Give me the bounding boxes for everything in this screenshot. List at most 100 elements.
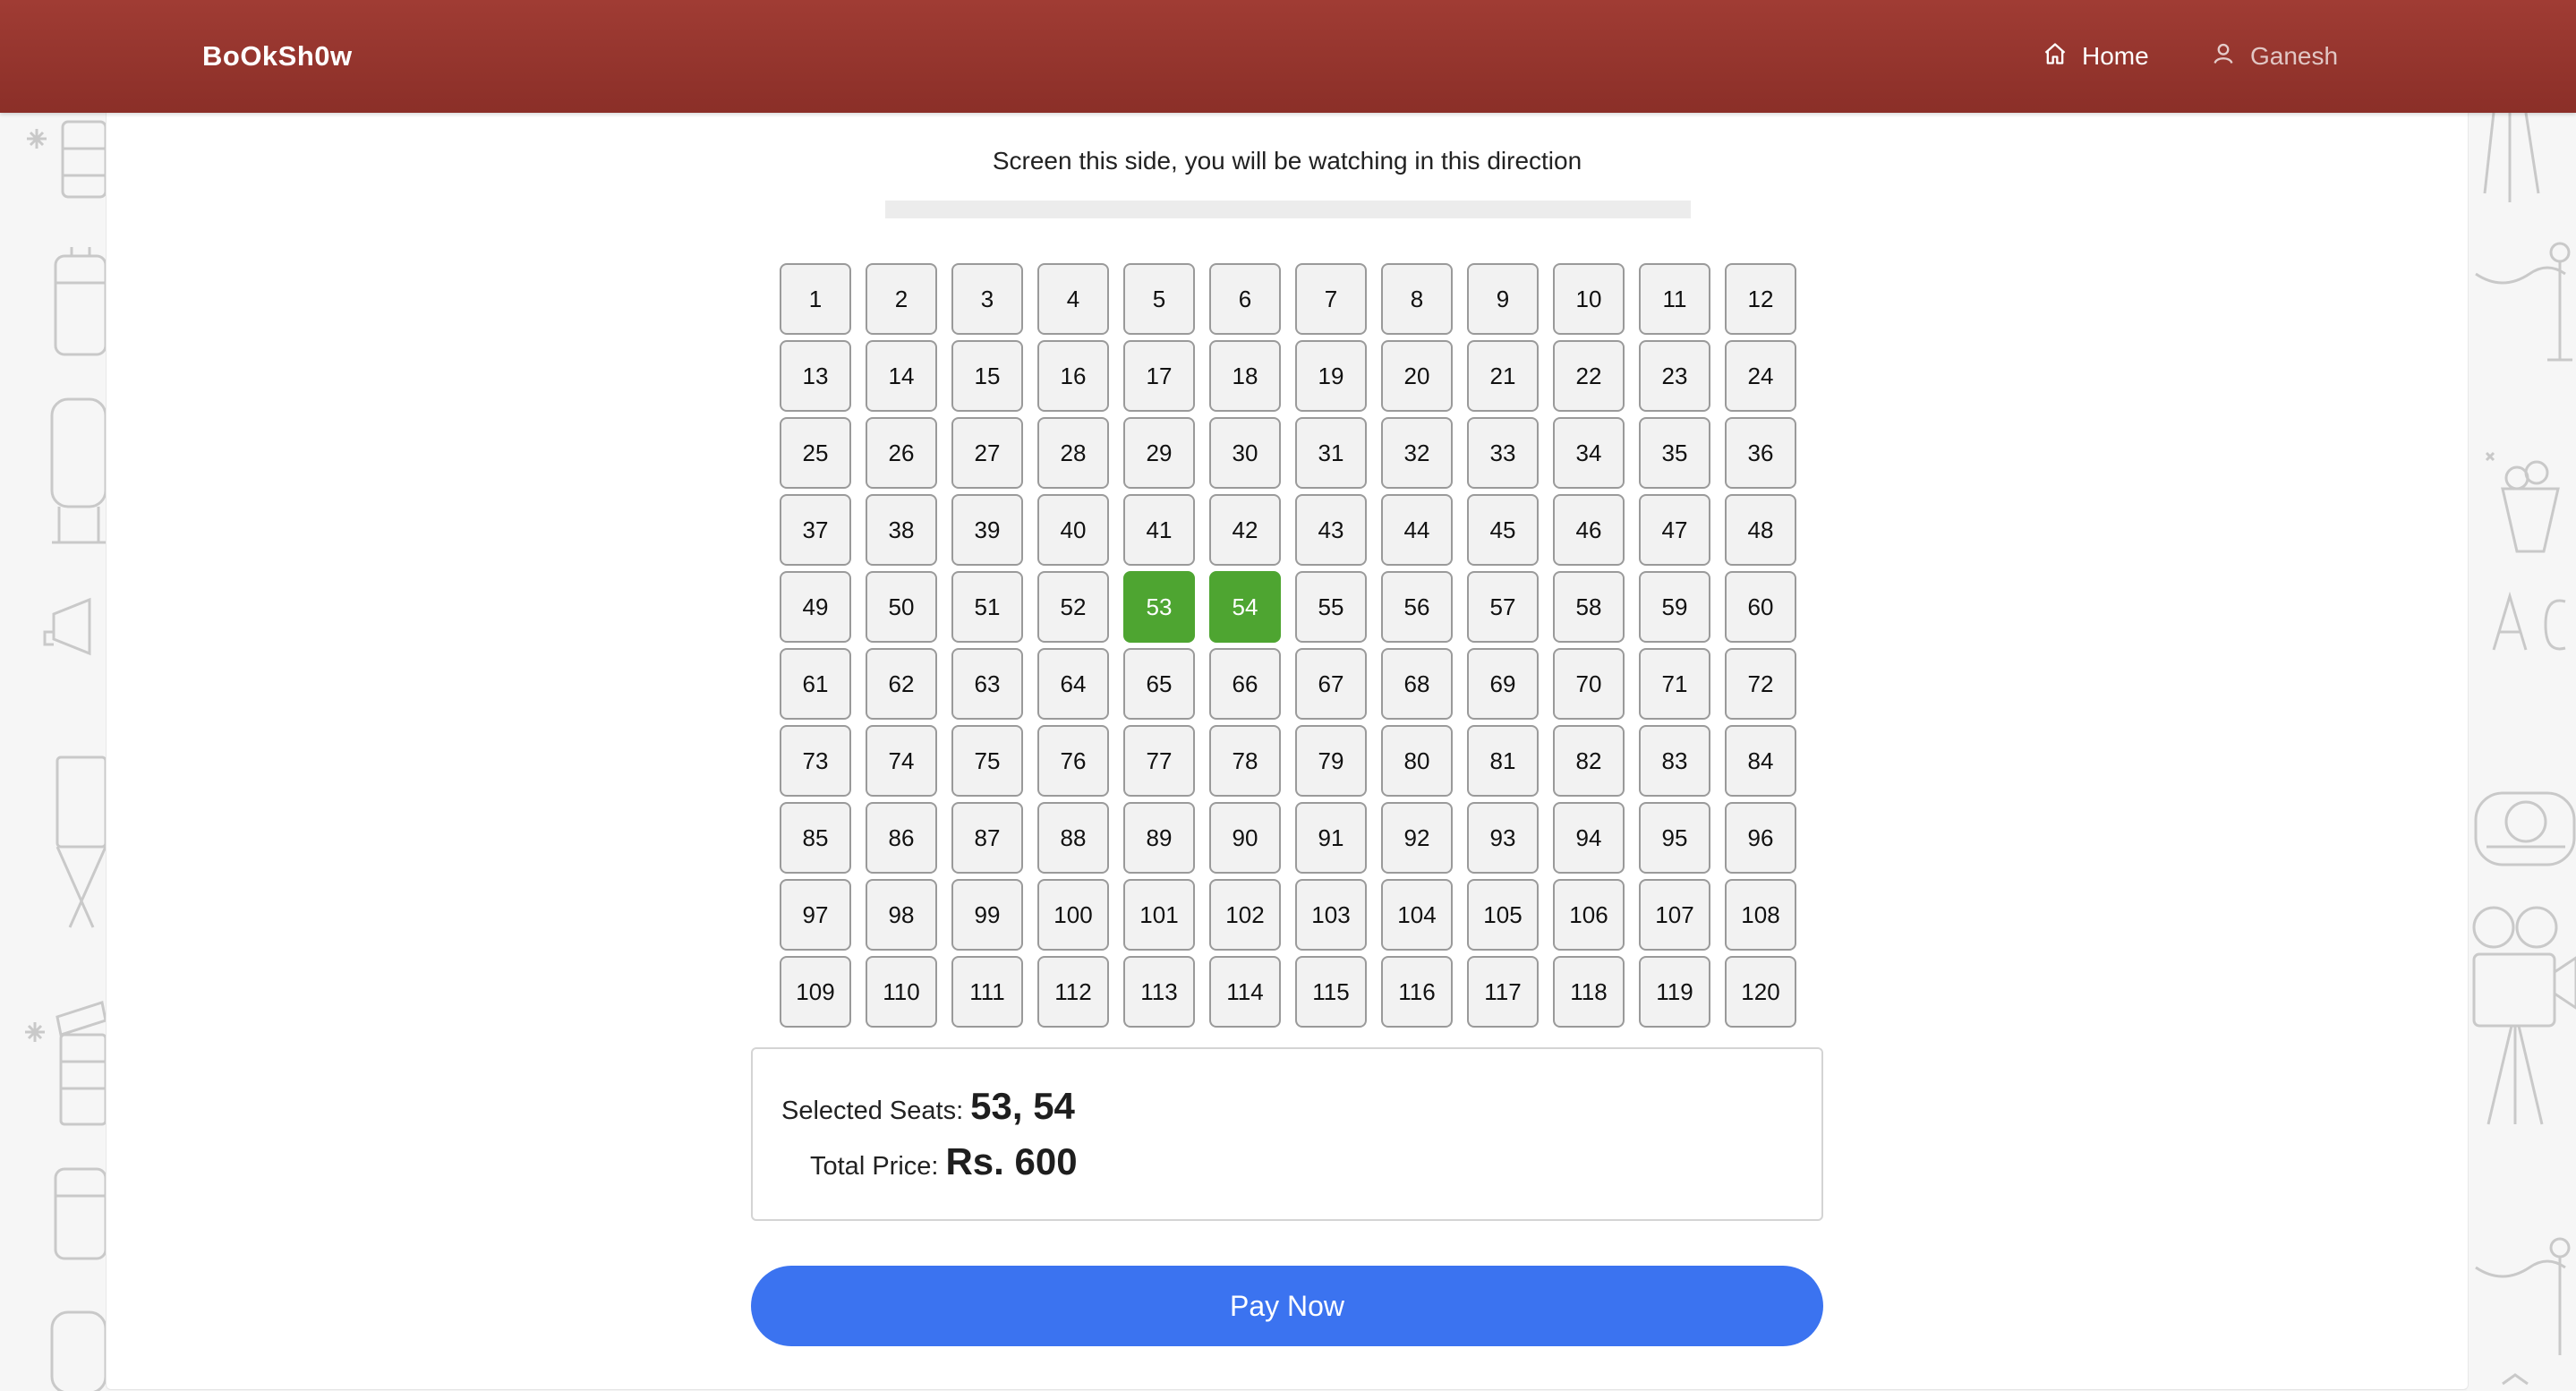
seat-button[interactable]: 52 (1037, 571, 1109, 643)
seat-button[interactable]: 75 (951, 725, 1023, 797)
seat-button[interactable]: 49 (780, 571, 851, 643)
seat-button[interactable]: 114 (1209, 956, 1281, 1028)
seat-button[interactable]: 88 (1037, 802, 1109, 874)
seat-button[interactable]: 111 (951, 956, 1023, 1028)
seat-button[interactable]: 92 (1381, 802, 1453, 874)
seat-button[interactable]: 5 (1123, 263, 1195, 335)
seat-button[interactable]: 26 (866, 417, 937, 489)
seat-button[interactable]: 63 (951, 648, 1023, 720)
seat-button[interactable]: 107 (1639, 879, 1710, 951)
seat-button[interactable]: 58 (1553, 571, 1625, 643)
seat-button[interactable]: 14 (866, 340, 937, 412)
seat-button[interactable]: 30 (1209, 417, 1281, 489)
seat-button[interactable]: 18 (1209, 340, 1281, 412)
seat-button[interactable]: 94 (1553, 802, 1625, 874)
seat-button[interactable]: 76 (1037, 725, 1109, 797)
seat-button[interactable]: 48 (1725, 494, 1796, 566)
seat-button[interactable]: 55 (1295, 571, 1367, 643)
seat-button[interactable]: 24 (1725, 340, 1796, 412)
seat-button[interactable]: 118 (1553, 956, 1625, 1028)
seat-button[interactable]: 7 (1295, 263, 1367, 335)
seat-button[interactable]: 81 (1467, 725, 1539, 797)
seat-button[interactable]: 77 (1123, 725, 1195, 797)
seat-button[interactable]: 108 (1725, 879, 1796, 951)
seat-button[interactable]: 57 (1467, 571, 1539, 643)
seat-button[interactable]: 64 (1037, 648, 1109, 720)
seat-button[interactable]: 10 (1553, 263, 1625, 335)
seat-button[interactable]: 3 (951, 263, 1023, 335)
seat-button[interactable]: 95 (1639, 802, 1710, 874)
seat-button[interactable]: 50 (866, 571, 937, 643)
seat-button[interactable]: 80 (1381, 725, 1453, 797)
seat-button[interactable]: 23 (1639, 340, 1710, 412)
seat-button[interactable]: 4 (1037, 263, 1109, 335)
pay-now-button[interactable]: Pay Now (751, 1266, 1823, 1346)
seat-button[interactable]: 69 (1467, 648, 1539, 720)
seat-button[interactable]: 21 (1467, 340, 1539, 412)
seat-button[interactable]: 115 (1295, 956, 1367, 1028)
seat-button[interactable]: 39 (951, 494, 1023, 566)
seat-button[interactable]: 68 (1381, 648, 1453, 720)
seat-button[interactable]: 40 (1037, 494, 1109, 566)
seat-button[interactable]: 73 (780, 725, 851, 797)
seat-button[interactable]: 71 (1639, 648, 1710, 720)
nav-home-link[interactable]: Home (2043, 0, 2149, 113)
seat-button[interactable]: 101 (1123, 879, 1195, 951)
seat-button[interactable]: 119 (1639, 956, 1710, 1028)
seat-button[interactable]: 86 (866, 802, 937, 874)
seat-button[interactable]: 67 (1295, 648, 1367, 720)
seat-button[interactable]: 99 (951, 879, 1023, 951)
seat-button[interactable]: 106 (1553, 879, 1625, 951)
seat-button[interactable]: 66 (1209, 648, 1281, 720)
seat-button[interactable]: 32 (1381, 417, 1453, 489)
seat-button[interactable]: 6 (1209, 263, 1281, 335)
seat-button[interactable]: 70 (1553, 648, 1625, 720)
seat-button[interactable]: 82 (1553, 725, 1625, 797)
seat-button[interactable]: 38 (866, 494, 937, 566)
seat-button[interactable]: 103 (1295, 879, 1367, 951)
seat-button[interactable]: 51 (951, 571, 1023, 643)
seat-button[interactable]: 105 (1467, 879, 1539, 951)
seat-button[interactable]: 120 (1725, 956, 1796, 1028)
seat-button[interactable]: 37 (780, 494, 851, 566)
seat-button[interactable]: 96 (1725, 802, 1796, 874)
seat-button-selected[interactable]: 53 (1123, 571, 1195, 643)
seat-button[interactable]: 20 (1381, 340, 1453, 412)
seat-button[interactable]: 85 (780, 802, 851, 874)
seat-button[interactable]: 33 (1467, 417, 1539, 489)
seat-button[interactable]: 102 (1209, 879, 1281, 951)
seat-button[interactable]: 93 (1467, 802, 1539, 874)
seat-button[interactable]: 89 (1123, 802, 1195, 874)
seat-button[interactable]: 35 (1639, 417, 1710, 489)
seat-button[interactable]: 27 (951, 417, 1023, 489)
seat-button[interactable]: 100 (1037, 879, 1109, 951)
seat-button[interactable]: 110 (866, 956, 937, 1028)
seat-button[interactable]: 47 (1639, 494, 1710, 566)
seat-button[interactable]: 72 (1725, 648, 1796, 720)
seat-button[interactable]: 28 (1037, 417, 1109, 489)
seat-button[interactable]: 74 (866, 725, 937, 797)
seat-button[interactable]: 44 (1381, 494, 1453, 566)
seat-button[interactable]: 15 (951, 340, 1023, 412)
seat-button[interactable]: 113 (1123, 956, 1195, 1028)
seat-button[interactable]: 109 (780, 956, 851, 1028)
seat-button[interactable]: 59 (1639, 571, 1710, 643)
seat-button[interactable]: 97 (780, 879, 851, 951)
seat-button[interactable]: 41 (1123, 494, 1195, 566)
seat-button[interactable]: 36 (1725, 417, 1796, 489)
seat-button[interactable]: 34 (1553, 417, 1625, 489)
seat-button[interactable]: 112 (1037, 956, 1109, 1028)
seat-button[interactable]: 117 (1467, 956, 1539, 1028)
brand-logo-text[interactable]: BoOkSh0w (202, 0, 353, 113)
seat-button[interactable]: 91 (1295, 802, 1367, 874)
seat-button[interactable]: 31 (1295, 417, 1367, 489)
seat-button[interactable]: 87 (951, 802, 1023, 874)
seat-button[interactable]: 104 (1381, 879, 1453, 951)
seat-button[interactable]: 62 (866, 648, 937, 720)
seat-button[interactable]: 60 (1725, 571, 1796, 643)
seat-button[interactable]: 13 (780, 340, 851, 412)
seat-button[interactable]: 25 (780, 417, 851, 489)
seat-button[interactable]: 56 (1381, 571, 1453, 643)
seat-button[interactable]: 46 (1553, 494, 1625, 566)
seat-button-selected[interactable]: 54 (1209, 571, 1281, 643)
